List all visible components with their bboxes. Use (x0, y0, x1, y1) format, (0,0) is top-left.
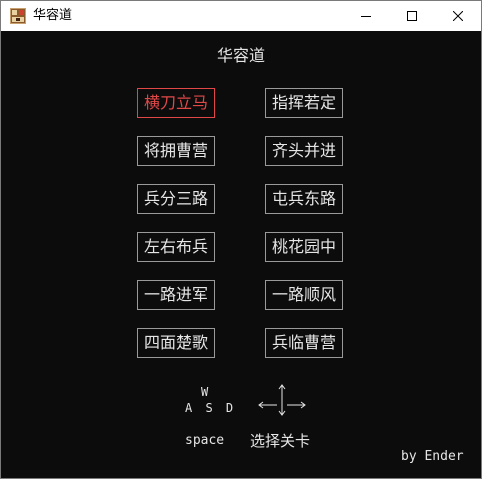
author-credit: by Ender (401, 449, 464, 464)
huarongdao-app-icon (10, 8, 26, 24)
level-button-7[interactable]: 左右布兵 (137, 232, 215, 262)
level-button-5[interactable]: 兵分三路 (137, 184, 215, 214)
close-icon (453, 11, 463, 21)
level-button-2[interactable]: 指挥若定 (265, 88, 343, 118)
level-button-4[interactable]: 齐头并进 (265, 136, 343, 166)
select-level-hint: 选择关卡 (250, 432, 311, 450)
level-button-6[interactable]: 屯兵东路 (265, 184, 343, 214)
maximize-button[interactable] (389, 1, 435, 31)
level-button-9[interactable]: 一路进军 (137, 280, 215, 310)
close-button[interactable] (435, 1, 481, 31)
level-button-11[interactable]: 四面楚歌 (137, 328, 215, 358)
app-window: 华容道 华容道 横刀立马 指挥若定 将拥曹营 齐头并进 兵分三路 屯兵东路 左右… (0, 0, 482, 479)
key-asd-label: A S D (185, 401, 237, 415)
game-canvas[interactable]: 华容道 横刀立马 指挥若定 将拥曹营 齐头并进 兵分三路 屯兵东路 左右布兵 桃… (1, 31, 481, 478)
window-title: 华容道 (33, 8, 73, 23)
minimize-button[interactable] (343, 1, 389, 31)
maximize-icon (407, 11, 417, 21)
level-button-8[interactable]: 桃花园中 (265, 232, 343, 262)
title-bar[interactable]: 华容道 (1, 1, 481, 31)
level-button-3[interactable]: 将拥曹营 (137, 136, 215, 166)
arrow-keys-icon (258, 384, 306, 416)
level-button-12[interactable]: 兵临曹营 (265, 328, 343, 358)
level-button-1[interactable]: 横刀立马 (137, 88, 215, 118)
game-heading: 华容道 (216, 46, 265, 65)
key-w-label: W (201, 385, 209, 399)
level-button-10[interactable]: 一路顺风 (265, 280, 343, 310)
space-key-label: space (185, 433, 225, 448)
minimize-icon (361, 16, 371, 17)
